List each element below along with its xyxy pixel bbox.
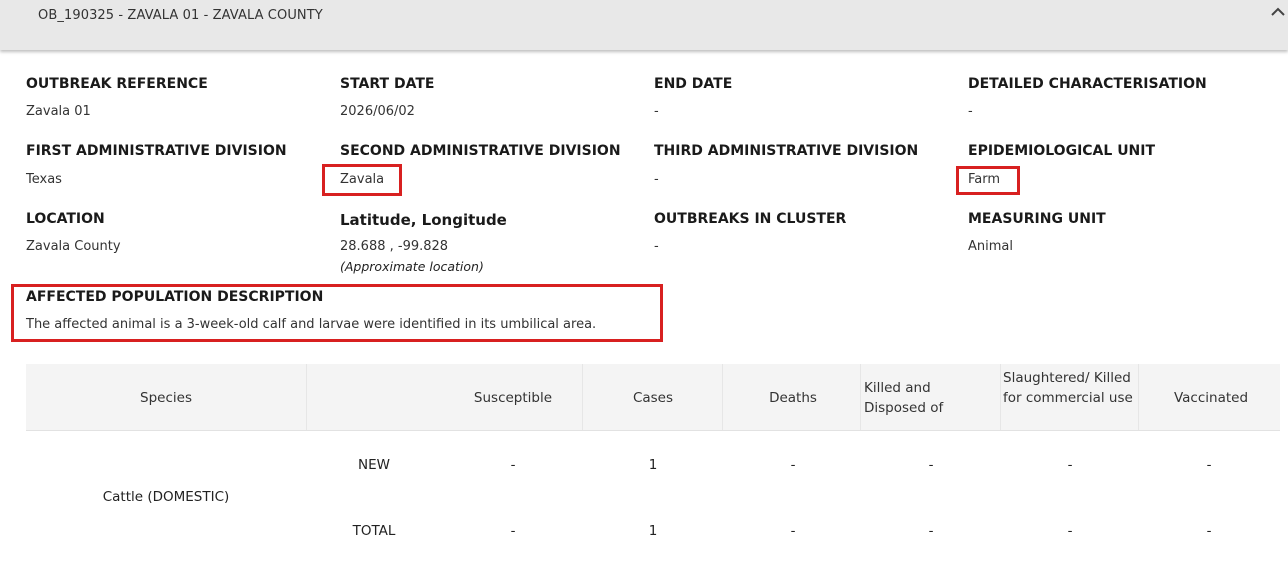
third-admin-division-label: THIRD ADMINISTRATIVE DIVISION	[654, 143, 919, 159]
cell-susceptible: -	[510, 523, 516, 539]
cell-slaughtered: -	[1067, 523, 1073, 539]
cell-killed-disposed: -	[928, 523, 934, 539]
outbreak-title: OB_190325 - ZAVALA 01 - ZAVALA COUNTY	[38, 8, 323, 23]
outbreaks-in-cluster-value: -	[654, 239, 659, 254]
location-value: Zavala County	[26, 239, 121, 254]
th-killed-disposed: Killed and Disposed of	[864, 380, 944, 416]
column-divider	[306, 364, 307, 430]
outbreaks-in-cluster-label: OUTBREAKS IN CLUSTER	[654, 211, 847, 227]
second-admin-division-label: SECOND ADMINISTRATIVE DIVISION	[340, 143, 621, 159]
cell-deaths: -	[790, 523, 796, 539]
column-divider	[722, 364, 723, 430]
end-date-label: END DATE	[654, 76, 733, 92]
affected-population-value: The affected animal is a 3-week-old calf…	[26, 317, 597, 332]
cell-cases: 1	[648, 523, 658, 539]
cell-susceptible: -	[510, 457, 516, 473]
row-type: TOTAL	[352, 523, 396, 539]
lat-lon-label: Latitude, Longitude	[340, 211, 507, 229]
second-admin-division-value: Zavala	[340, 172, 385, 187]
outbreak-header[interactable]: OB_190325 - ZAVALA 01 - ZAVALA COUNTY	[0, 0, 1288, 50]
row-type: NEW	[358, 457, 390, 473]
cell-cases: 1	[648, 457, 658, 473]
th-deaths: Deaths	[769, 390, 817, 406]
start-date-label: START DATE	[340, 76, 435, 92]
cell-slaughtered: -	[1067, 457, 1073, 473]
outbreak-reference-value: Zavala 01	[26, 104, 91, 119]
affected-population-label: AFFECTED POPULATION DESCRIPTION	[26, 289, 324, 305]
column-divider	[582, 364, 583, 430]
detailed-characterisation-value: -	[968, 104, 973, 119]
lat-lon-value: 28.688 , -99.828	[340, 239, 449, 254]
measuring-unit-value: Animal	[968, 239, 1013, 254]
first-admin-division-value: Texas	[26, 172, 62, 187]
chevron-up-icon[interactable]	[1270, 6, 1286, 18]
th-species: Species	[140, 390, 192, 406]
cell-deaths: -	[790, 457, 796, 473]
approximate-location-note: (Approximate location)	[340, 259, 484, 274]
start-date-value: 2026/06/02	[340, 104, 415, 119]
epidemiological-unit-label: EPIDEMIOLOGICAL UNIT	[968, 143, 1156, 159]
th-susceptible: Susceptible	[473, 390, 553, 406]
column-divider	[1138, 364, 1139, 430]
end-date-value: -	[654, 104, 659, 119]
cell-vaccinated: -	[1206, 523, 1212, 539]
th-cases: Cases	[632, 390, 674, 406]
epidemiological-unit-value: Farm	[968, 172, 1001, 187]
column-divider	[1000, 364, 1001, 430]
column-divider	[860, 364, 861, 430]
species-table: Species Susceptible Cases Deaths Killed …	[26, 364, 1280, 564]
outbreak-reference-label: OUTBREAK REFERENCE	[26, 76, 208, 92]
species-name: Cattle (DOMESTIC)	[102, 489, 230, 505]
table-header: Species Susceptible Cases Deaths Killed …	[26, 364, 1280, 431]
first-admin-division-label: FIRST ADMINISTRATIVE DIVISION	[26, 143, 287, 159]
detailed-characterisation-label: DETAILED CHARACTERISATION	[968, 76, 1207, 92]
cell-killed-disposed: -	[928, 457, 934, 473]
cell-vaccinated: -	[1206, 457, 1212, 473]
th-slaughtered: Slaughtered/ Killed for commercial use	[1003, 370, 1133, 406]
location-label: LOCATION	[26, 211, 105, 227]
th-vaccinated: Vaccinated	[1173, 390, 1249, 406]
third-admin-division-value: -	[654, 172, 659, 187]
measuring-unit-label: MEASURING UNIT	[968, 211, 1106, 227]
